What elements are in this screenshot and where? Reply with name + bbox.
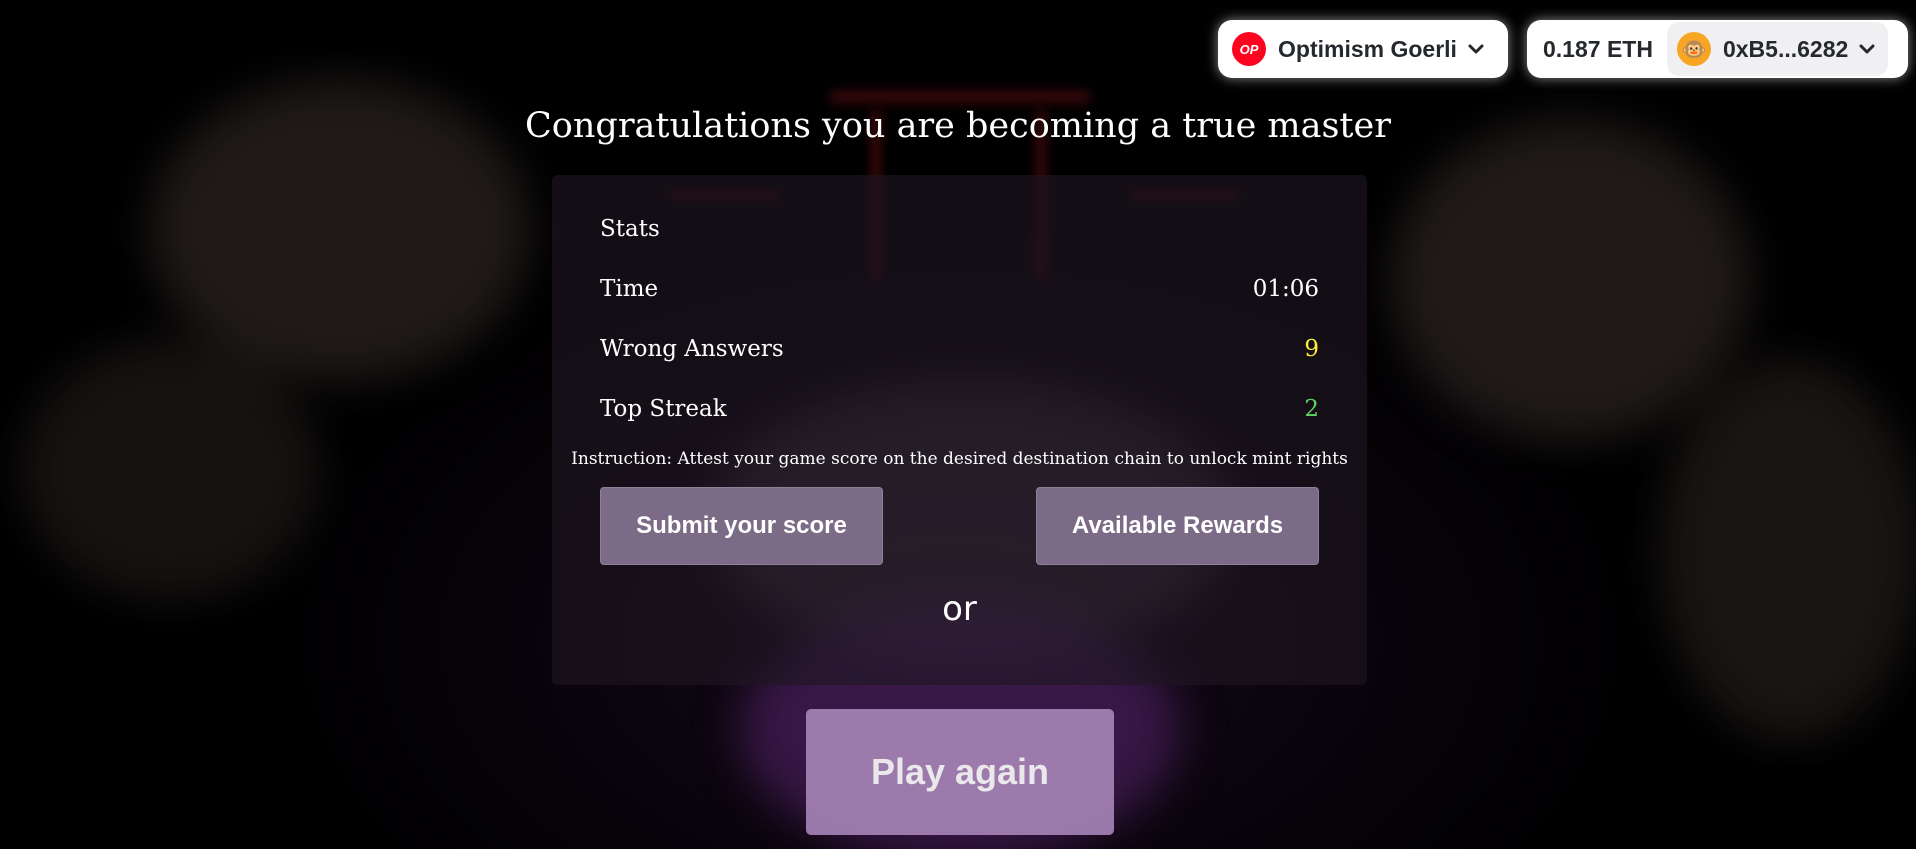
wallet-balance: 0.187 ETH	[1543, 35, 1653, 62]
stats-title-row: Stats	[600, 211, 1319, 247]
stat-label: Time	[600, 276, 659, 302]
stat-row-top-streak: Top Streak 2	[600, 391, 1319, 427]
stat-value-top-streak: 2	[1304, 396, 1319, 422]
network-selector-button[interactable]: OP Optimism Goerli	[1218, 20, 1508, 78]
stat-label: Top Streak	[600, 396, 727, 422]
wallet-address: 0xB5...6282	[1722, 35, 1849, 62]
stat-label: Wrong Answers	[600, 336, 784, 362]
chevron-down-icon	[1468, 44, 1484, 54]
address-chip[interactable]: 🐵 0xB5...6282	[1666, 22, 1889, 76]
monkey-avatar-icon: 🐵	[1676, 32, 1711, 66]
stat-row-wrong-answers: Wrong Answers 9	[600, 331, 1319, 367]
stats-panel: Stats Time 01:06 Wrong Answers 9 Top Str…	[552, 175, 1367, 685]
available-rewards-button[interactable]: Available Rewards	[1036, 487, 1319, 565]
network-name: Optimism Goerli	[1278, 35, 1457, 62]
stat-value-wrong-answers: 9	[1304, 336, 1319, 362]
stats-title: Stats	[600, 216, 660, 242]
optimism-network-icon: OP	[1232, 32, 1266, 66]
account-button[interactable]: 0.187 ETH 🐵 0xB5...6282	[1527, 20, 1908, 78]
play-again-button[interactable]: Play again	[806, 709, 1114, 835]
chevron-down-icon	[1859, 44, 1875, 54]
congratulations-heading: Congratulations you are becoming a true …	[525, 106, 1391, 146]
instruction-text: Instruction: Attest your game score on t…	[571, 449, 1348, 469]
stat-value-time: 01:06	[1252, 276, 1319, 302]
submit-score-button[interactable]: Submit your score	[600, 487, 883, 565]
stat-row-time: Time 01:06	[600, 271, 1319, 307]
or-divider-text: or	[942, 589, 977, 629]
